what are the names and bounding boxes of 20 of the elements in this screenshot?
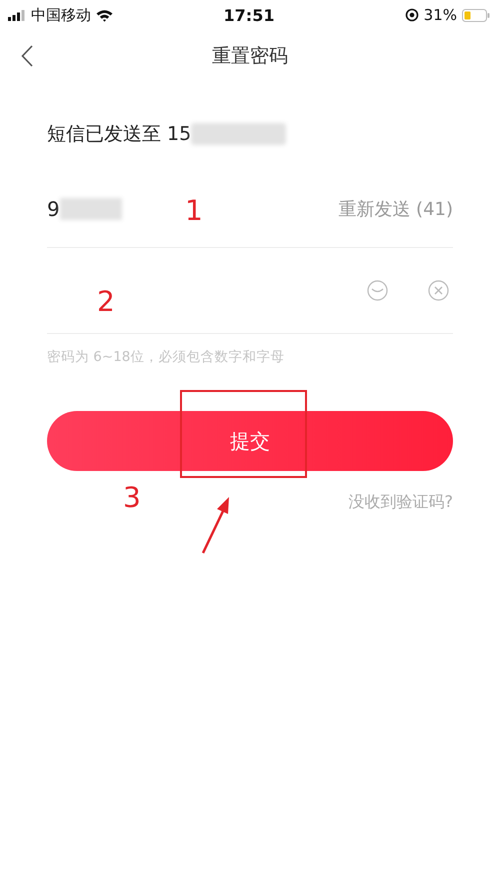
- rotation-lock-icon: [404, 8, 419, 22]
- signal-icon: [8, 10, 26, 20]
- status-time: 17:51: [224, 6, 274, 24]
- annotation-arrow: [202, 497, 229, 554]
- chevron-left-icon[interactable]: [21, 45, 33, 67]
- wifi-icon: [96, 8, 113, 22]
- annotation-number: 2: [97, 288, 115, 316]
- page-title: 重置密码: [212, 44, 288, 69]
- battery-percent: 31%: [424, 6, 457, 24]
- battery-icon: [462, 8, 490, 22]
- annotation-number: 3: [123, 484, 141, 512]
- annotation-number: 1: [185, 197, 203, 225]
- resend-button[interactable]: 重新发送 (41): [338, 197, 453, 221]
- no-code-link[interactable]: 没收到验证码?: [348, 492, 453, 513]
- redaction-blur: [60, 198, 122, 220]
- password-hint: 密码为 6~18位，必须包含数字和字母: [47, 348, 286, 366]
- verification-code-value[interactable]: 9: [47, 197, 60, 221]
- sms-sent-notice: 短信已发送至 15: [47, 122, 192, 147]
- submit-button[interactable]: 提交: [47, 411, 453, 471]
- carrier-name: 中国移动: [31, 6, 91, 24]
